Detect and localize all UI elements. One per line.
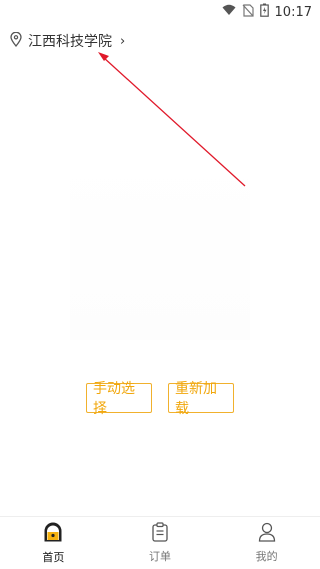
location-selector[interactable]: 江西科技学院 › — [10, 31, 125, 51]
location-name: 江西科技学院 — [28, 34, 112, 50]
tab-mine[interactable]: 我的 — [213, 517, 320, 569]
tab-orders[interactable]: 订单 — [107, 517, 214, 569]
status-time: 10:17 — [274, 4, 312, 20]
reload-button[interactable]: 重新加载 — [168, 381, 234, 417]
location-pin-icon — [10, 31, 22, 51]
battery-icon — [259, 3, 269, 21]
manual-select-button[interactable]: 手动选择 — [86, 381, 152, 417]
home-icon — [43, 521, 63, 547]
wifi-icon — [222, 4, 236, 20]
bottom-tab-bar: 首页 订单 我的 — [0, 516, 320, 569]
status-right: 10:17 — [222, 3, 312, 21]
tab-mine-label: 我的 — [255, 550, 278, 563]
tab-home[interactable]: 首页 — [0, 517, 107, 569]
content-placeholder — [70, 155, 250, 340]
order-icon — [151, 522, 169, 546]
tab-home-label: 首页 — [42, 551, 65, 564]
status-bar: 10:17 — [0, 0, 320, 24]
tab-orders-label: 订单 — [149, 550, 171, 563]
chevron-right-icon: › — [120, 33, 126, 49]
no-sim-icon — [242, 3, 254, 21]
user-icon — [258, 522, 276, 546]
